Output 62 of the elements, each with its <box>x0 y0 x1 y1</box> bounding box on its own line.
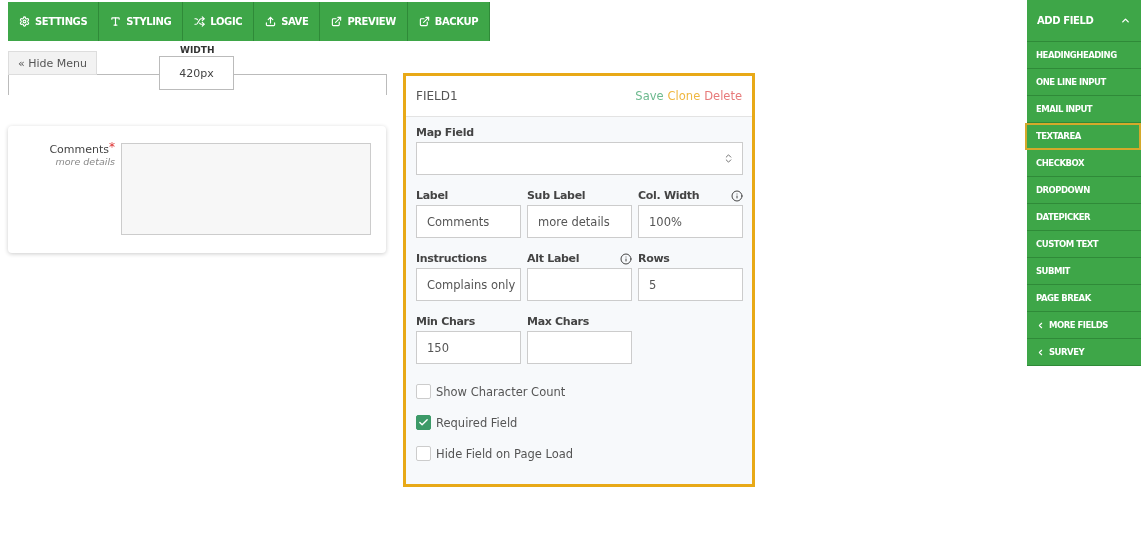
input-field[interactable] <box>527 331 632 364</box>
checkbox-label: Show Character Count <box>436 384 566 399</box>
checkbox-label: Hide Field on Page Load <box>436 446 574 461</box>
up-down-icon <box>723 153 734 164</box>
chevron-left-icon <box>1036 347 1045 357</box>
required-icon: * <box>109 143 115 156</box>
shuffle-icon <box>194 16 206 27</box>
field-label: Alt Label <box>527 252 580 265</box>
input-field[interactable]: 150 <box>416 331 521 364</box>
info-icon[interactable] <box>620 252 632 265</box>
checkbox[interactable] <box>416 384 431 399</box>
sidebar-item[interactable]: CUSTOM TEXT <box>1027 231 1141 258</box>
sidebar-item[interactable]: DATEPICKER <box>1027 204 1141 231</box>
field-label: Col. Width <box>638 189 700 202</box>
info-icon[interactable] <box>731 189 743 202</box>
input-field[interactable]: more details <box>527 205 632 238</box>
width-label: WIDTH <box>180 45 215 55</box>
field-label: Min Chars <box>416 315 475 328</box>
field-label: Comments <box>49 143 109 156</box>
sidebar-item[interactable]: PAGE BREAK <box>1027 285 1141 312</box>
sidebar-title: ADD FIELD <box>1037 15 1094 26</box>
input-field[interactable]: Comments <box>416 205 521 238</box>
input-field[interactable]: 100% <box>638 205 743 238</box>
sidebar-item[interactable]: SURVEY <box>1027 339 1141 366</box>
external-link-icon <box>331 16 343 27</box>
clone-link[interactable]: Clone <box>667 89 701 103</box>
input-field[interactable]: 5 <box>638 268 743 301</box>
gear-icon <box>19 16 30 27</box>
chevron-left-icon <box>1036 320 1045 330</box>
sidebar-item[interactable]: TEXTAREA <box>1025 123 1141 150</box>
panel-title: FIELD1 <box>416 89 458 103</box>
field-label: Label <box>416 189 449 202</box>
checkbox-label: Required Field <box>436 415 518 430</box>
hide-menu-button[interactable]: « Hide Menu <box>8 51 97 75</box>
sidebar-item[interactable]: SUBMIT <box>1027 258 1141 285</box>
input-field[interactable]: Complains only <box>416 268 521 301</box>
sidebar-item[interactable]: ONE LINE INPUT <box>1027 69 1141 96</box>
field-label: Rows <box>638 252 670 265</box>
sidebar-item[interactable]: DROPDOWN <box>1027 177 1141 204</box>
sidebar-item[interactable]: CHECKBOX <box>1027 150 1141 177</box>
input-field[interactable] <box>527 268 632 301</box>
field-label: Map Field <box>416 126 474 139</box>
checkbox[interactable] <box>416 446 431 461</box>
sidebar-item[interactable]: EMAIL INPUT <box>1027 96 1141 123</box>
delete-link[interactable]: Delete <box>704 89 742 103</box>
save-link[interactable]: Save <box>635 89 664 103</box>
width-input[interactable]: 420px <box>159 56 234 90</box>
sidebar-item[interactable]: MORE FIELDS <box>1027 312 1141 339</box>
chevron-up-icon <box>1120 15 1131 26</box>
field-label: Max Chars <box>527 315 589 328</box>
checkbox[interactable] <box>416 415 431 430</box>
check-icon <box>418 417 429 428</box>
field-sub-label: more details <box>55 156 115 167</box>
add-field-header[interactable]: ADD FIELD <box>1027 0 1141 42</box>
field-label: Instructions <box>416 252 487 265</box>
field-label: Sub Label <box>527 189 586 202</box>
textarea-field[interactable] <box>121 143 371 235</box>
text-size-icon <box>110 16 122 27</box>
select-field[interactable] <box>416 142 743 175</box>
external-link-icon <box>418 16 430 27</box>
sidebar-item[interactable]: HEADINGHEADING <box>1027 42 1141 69</box>
upload-icon <box>265 16 277 27</box>
